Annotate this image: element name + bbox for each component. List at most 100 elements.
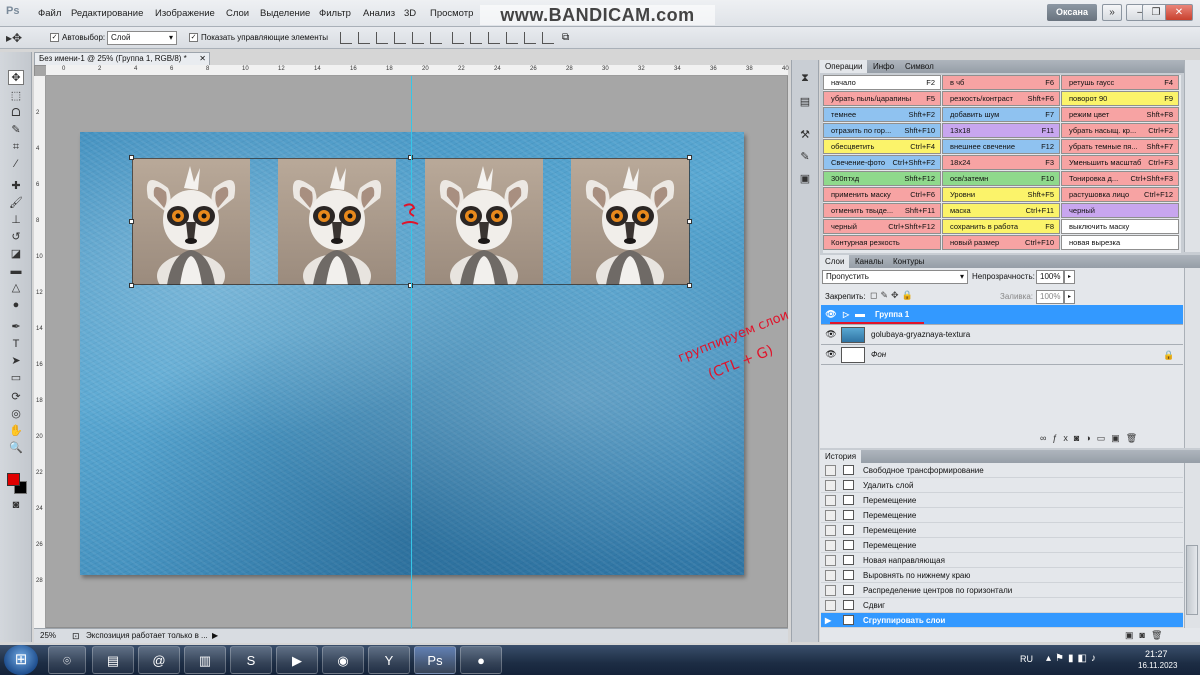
history-snapshot-checkbox[interactable] <box>825 570 836 581</box>
menu-analysis[interactable]: Анализ <box>363 8 395 19</box>
history-snapshot-checkbox[interactable]: ▶ <box>825 615 836 626</box>
media-player-icon[interactable]: ▶ <box>276 646 318 674</box>
tab-info[interactable]: Инфо <box>868 60 899 73</box>
history-item[interactable]: Удалить слой <box>821 478 1183 493</box>
history-item[interactable]: Распределение центров по горизонтали <box>821 583 1183 598</box>
history-item[interactable]: Перемещение <box>821 538 1183 553</box>
action-button[interactable]: растушовка лицо Ctrl+F12 <box>1061 187 1179 202</box>
opacity-input[interactable]: 100% <box>1036 270 1064 284</box>
workspace-arrow-icon[interactable]: » <box>1102 4 1122 21</box>
action-button[interactable]: Контурная резкость <box>823 235 941 250</box>
zoom-icon[interactable]: ⊡ <box>72 629 80 643</box>
mail-icon[interactable]: @ <box>138 646 180 674</box>
3d-rotate-tool-icon[interactable]: ⟳ <box>8 390 24 405</box>
action-button[interactable]: ретушь гаусс F4 <box>1061 75 1179 90</box>
action-button[interactable]: 13x18 F11 <box>942 123 1060 138</box>
eyedropper-tool-icon[interactable]: ⁄ <box>8 157 24 172</box>
action-button[interactable]: применить маску Ctrl+F6 <box>823 187 941 202</box>
quick-select-tool-icon[interactable]: ✎ <box>8 123 24 138</box>
eye-icon[interactable]: 👁 <box>825 309 837 320</box>
app-s-icon[interactable]: S <box>230 646 272 674</box>
explorer-icon[interactable]: ▤ <box>92 646 134 674</box>
marquee-tool-icon[interactable]: ⬚ <box>8 89 24 104</box>
action-button[interactable]: черный Ctrl+Shft+F12 <box>823 219 941 234</box>
history-item[interactable]: Перемещение <box>821 508 1183 523</box>
action-button[interactable]: черный <box>1061 203 1179 218</box>
action-button[interactable]: новая вырезка <box>1061 235 1179 250</box>
tray-icons[interactable]: ▴⚑▮◧♪ <box>1046 653 1100 664</box>
menu-file[interactable]: Файл <box>38 8 61 19</box>
distribute-left-icon[interactable] <box>506 32 518 44</box>
crop-tool-icon[interactable]: ⌗ <box>8 140 24 155</box>
lock-icons[interactable]: ◻✎✥🔒 <box>870 290 916 301</box>
align-vcenter-icon[interactable] <box>358 32 370 44</box>
layer-texture[interactable]: 👁 golubaya-gryaznaya-textura <box>821 325 1183 345</box>
brushes-icon[interactable]: ✎ <box>797 150 813 164</box>
menu-select[interactable]: Выделение <box>260 8 310 19</box>
history-snapshot-checkbox[interactable] <box>825 510 836 521</box>
blur-tool-icon[interactable]: △ <box>8 281 24 296</box>
action-button[interactable]: Тонировка д... Ctrl+Shft+F3 <box>1061 171 1179 186</box>
fill-input[interactable]: 100% <box>1036 290 1064 304</box>
distribute-vcenter-icon[interactable] <box>470 32 482 44</box>
action-button[interactable]: 18x24 F3 <box>942 155 1060 170</box>
action-button[interactable]: обесцветить Ctrl+F4 <box>823 139 941 154</box>
menu-edit[interactable]: Редактирование <box>71 8 143 19</box>
action-button[interactable]: темнее Shft+F2 <box>823 107 941 122</box>
type-tool-icon[interactable]: T <box>8 337 24 352</box>
yandex-icon[interactable]: Y <box>368 646 410 674</box>
quick-mask-icon[interactable]: ◙ <box>8 498 24 513</box>
history-footer-icons[interactable]: ▣◙🗑 <box>1125 630 1185 642</box>
chrome-icon[interactable]: ◉ <box>322 646 364 674</box>
distribute-top-icon[interactable] <box>452 32 464 44</box>
layers-footer-icons[interactable]: ∞ƒx◙◑▭▣🗑 <box>1040 433 1185 447</box>
layers-scrollbar[interactable] <box>1184 268 1200 448</box>
close-icon[interactable]: ✕ <box>1165 4 1193 21</box>
align-right-icon[interactable] <box>430 32 442 44</box>
distribute-bottom-icon[interactable] <box>488 32 500 44</box>
tab-actions[interactable]: Операции <box>820 60 868 73</box>
history-snapshot-checkbox[interactable] <box>825 540 836 551</box>
hand-tool-icon[interactable]: ✋ <box>8 424 24 439</box>
action-button[interactable]: убрать темные пя... Shft+F7 <box>1061 139 1179 154</box>
lasso-tool-icon[interactable]: ᗝ <box>8 106 24 121</box>
blend-mode-select[interactable]: Пропустить ▾ <box>822 270 968 284</box>
eye-icon[interactable]: 👁 <box>825 329 837 340</box>
vertical-guide[interactable] <box>411 76 412 628</box>
action-button[interactable]: в чб F6 <box>942 75 1060 90</box>
path-select-tool-icon[interactable]: ➤ <box>8 354 24 369</box>
gradient-tool-icon[interactable]: ▬ <box>8 264 24 279</box>
tab-paths[interactable]: Контуры <box>888 255 929 268</box>
history-scroll-thumb[interactable] <box>1186 545 1198 615</box>
align-top-icon[interactable] <box>340 32 352 44</box>
action-button[interactable]: Свечение-фото Ctrl+Shft+F2 <box>823 155 941 170</box>
align-hcenter-icon[interactable] <box>412 32 424 44</box>
healing-brush-tool-icon[interactable]: ✚ <box>8 179 24 194</box>
transform-handle[interactable] <box>129 219 134 224</box>
menu-3d[interactable]: 3D <box>404 8 416 19</box>
bandicam-icon[interactable]: ● <box>460 646 502 674</box>
status-arrow-icon[interactable]: ▶ <box>212 629 218 643</box>
workspace-button[interactable]: Оксана <box>1047 4 1097 21</box>
menu-image[interactable]: Изображение <box>155 8 215 19</box>
status-text[interactable]: Экспозиция работает только в ... <box>86 629 208 643</box>
action-button[interactable]: сохранить в работа F8 <box>942 219 1060 234</box>
history-snapshot-checkbox[interactable] <box>825 600 836 611</box>
history-item[interactable]: ▶ Сгруппировать слои <box>821 613 1183 628</box>
language-indicator[interactable]: RU <box>1020 654 1033 664</box>
dodge-tool-icon[interactable]: ● <box>8 298 24 313</box>
pen-tool-icon[interactable]: ✒ <box>8 320 24 335</box>
document-tab[interactable]: Без имени-1 @ 25% (Группа 1, RGB/8) * ✕ <box>34 52 210 65</box>
tool-presets-icon[interactable]: ⚒ <box>797 128 813 142</box>
history-brush-tool-icon[interactable]: ↺ <box>8 230 24 245</box>
transform-handle[interactable] <box>129 155 134 160</box>
tab-history[interactable]: История <box>820 450 862 463</box>
tab-character[interactable]: Символ <box>900 60 939 73</box>
opacity-arrow-icon[interactable]: ▸ <box>1064 270 1075 284</box>
menu-filter[interactable]: Фильтр <box>319 8 351 19</box>
action-button[interactable]: Уровни Shft+F5 <box>942 187 1060 202</box>
history-item[interactable]: Выровнять по нижнему краю <box>821 568 1183 583</box>
fill-arrow-icon[interactable]: ▸ <box>1064 290 1075 304</box>
action-button[interactable]: режим цвет Shft+F8 <box>1061 107 1179 122</box>
clone-source-icon[interactable]: ▣ <box>797 172 813 186</box>
